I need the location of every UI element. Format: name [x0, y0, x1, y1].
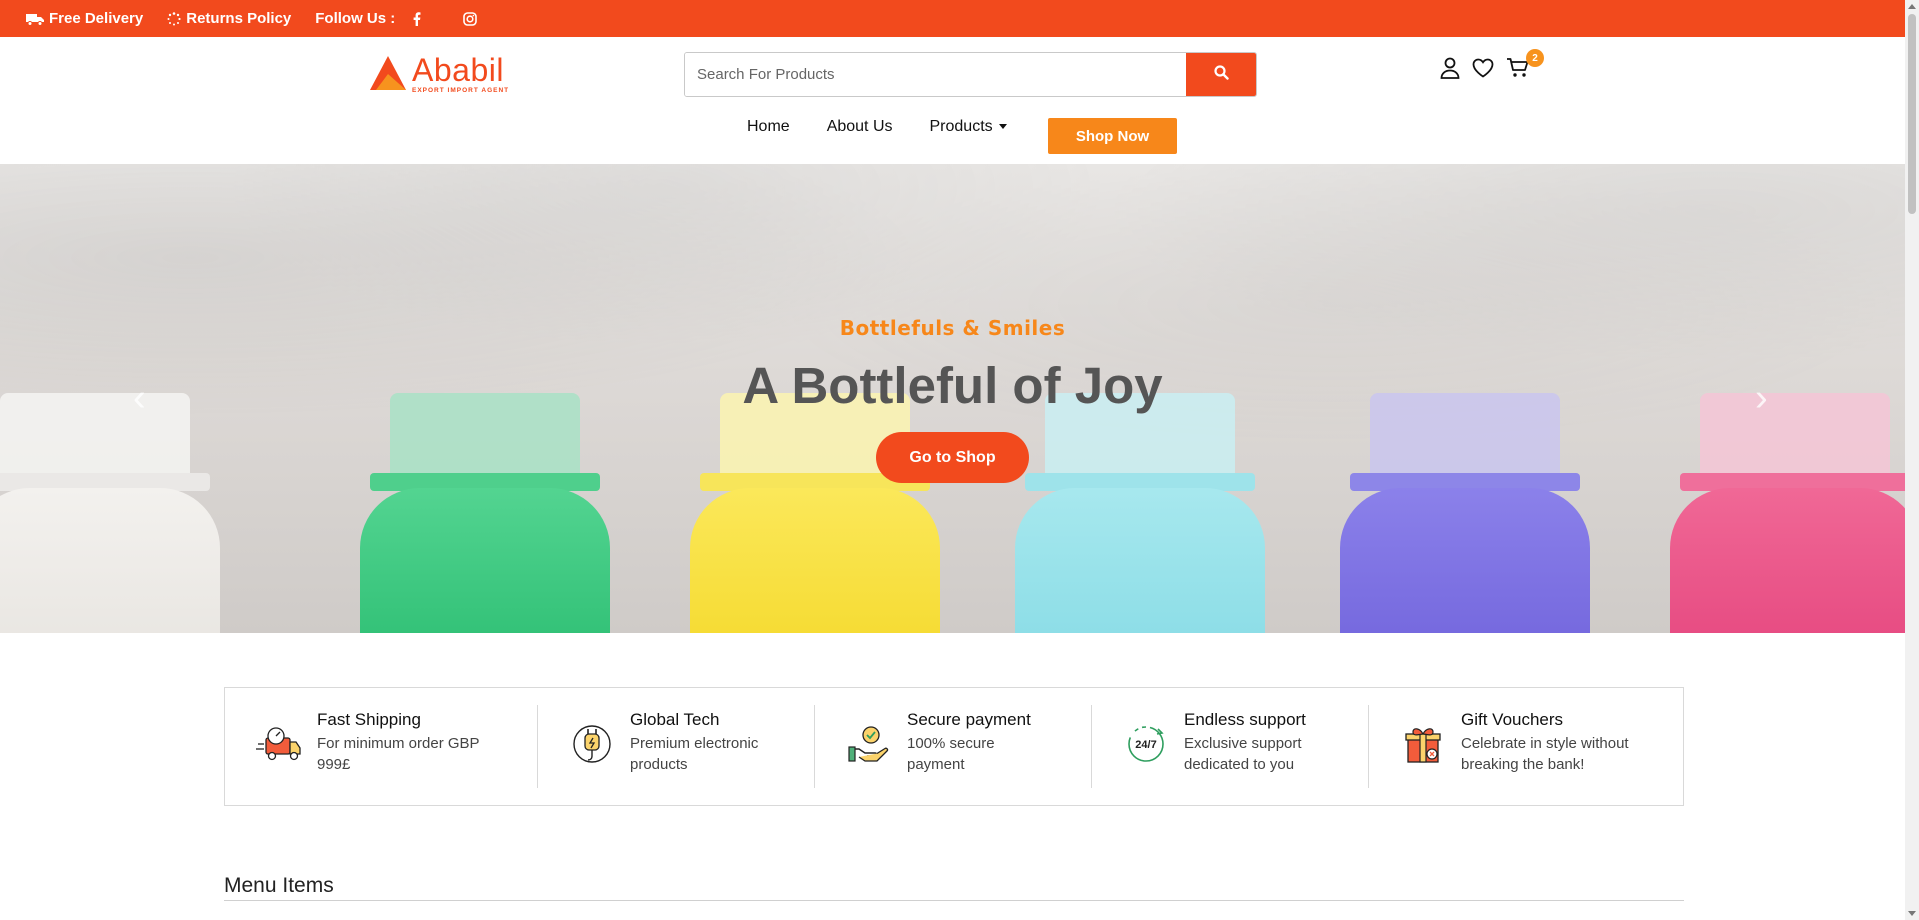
logo[interactable]: Ababil EXPORT IMPORT AGENT	[368, 54, 509, 95]
nav-home[interactable]: Home	[747, 118, 790, 136]
feature-title: Secure payment	[907, 710, 1031, 729]
secure-payment-icon	[845, 720, 893, 768]
search-input[interactable]	[685, 53, 1186, 96]
search-button[interactable]	[1186, 53, 1256, 96]
main-nav: Home About Us Products	[747, 118, 1044, 136]
feature-fast-shipping: Fast Shipping For minimum order GBP 999£	[225, 705, 538, 788]
hero-carousel: ‹ › Bottlefuls & Smiles A Bottleful of J…	[0, 164, 1905, 633]
returns-policy-item[interactable]: Returns Policy	[167, 10, 291, 27]
returns-policy-label: Returns Policy	[186, 10, 292, 27]
section-divider	[224, 900, 1684, 901]
hero-title: A Bottleful of Joy	[742, 357, 1163, 414]
follow-us-label: Follow Us :	[315, 10, 396, 27]
free-delivery-label: Free Delivery	[49, 10, 144, 27]
support-24-7-icon: 24/7	[1122, 720, 1170, 768]
user-icon[interactable]	[1440, 57, 1460, 79]
logo-tagline: EXPORT IMPORT AGENT	[412, 87, 510, 94]
feature-global-tech: Global Tech Premium electronic products	[538, 705, 815, 788]
free-delivery-item[interactable]: Free Delivery	[26, 10, 143, 27]
cart-count-badge: 2	[1526, 49, 1544, 67]
logo-mark-icon	[370, 56, 406, 90]
plug-icon	[568, 720, 616, 768]
feature-title: Fast Shipping	[317, 710, 421, 729]
instagram-icon[interactable]	[463, 11, 478, 26]
page-scrollbar[interactable]	[1905, 0, 1919, 920]
feature-endless-support: 24/7 Endless support Exclusive support d…	[1092, 705, 1369, 788]
returns-spinner-icon	[167, 11, 181, 26]
facebook-icon[interactable]	[413, 11, 421, 26]
features-strip: Fast Shipping For minimum order GBP 999£…	[224, 687, 1684, 806]
nav-about-us[interactable]: About Us	[827, 118, 893, 136]
gift-icon	[1399, 720, 1447, 768]
feature-desc: Premium electronic products	[630, 735, 759, 773]
feature-desc: For minimum order GBP 999£	[317, 735, 480, 773]
svg-text:24/7: 24/7	[1135, 739, 1156, 751]
section-heading-menu-items: Menu Items	[224, 874, 334, 897]
feature-desc: Celebrate in style without breaking the …	[1461, 735, 1629, 773]
top-bar: Free Delivery Returns Policy Follow Us :	[0, 0, 1905, 37]
feature-title: Gift Vouchers	[1461, 710, 1564, 729]
feature-gift-vouchers: Gift Vouchers Celebrate in style without…	[1369, 705, 1683, 788]
site-header: Ababil EXPORT IMPORT AGENT 2 Home About …	[0, 37, 1905, 164]
header-actions: 2	[1440, 49, 1544, 79]
scroll-up-icon[interactable]	[1908, 4, 1916, 9]
feature-title: Global Tech	[630, 710, 720, 729]
feature-desc: Exclusive support dedicated to you	[1184, 735, 1302, 773]
shipping-truck-icon	[255, 720, 303, 768]
hero-subtitle: Bottlefuls & Smiles	[839, 316, 1066, 340]
nav-products-label: Products	[929, 118, 993, 135]
caret-down-icon	[998, 124, 1007, 130]
wishlist-heart-icon[interactable]	[1472, 58, 1494, 78]
shop-now-button[interactable]: Shop Now	[1048, 118, 1177, 154]
cart-icon[interactable]: 2	[1506, 49, 1544, 79]
scrollbar-thumb[interactable]	[1908, 14, 1916, 214]
scroll-down-icon[interactable]	[1908, 911, 1916, 916]
nav-products-dropdown[interactable]: Products	[930, 118, 1007, 136]
feature-title: Endless support	[1184, 710, 1306, 729]
logo-name: Ababil	[412, 52, 504, 88]
feature-desc: 100% secure payment	[907, 735, 995, 773]
go-to-shop-button[interactable]: Go to Shop	[876, 432, 1029, 483]
search-bar	[684, 52, 1257, 97]
search-icon	[1213, 64, 1229, 85]
truck-icon	[26, 12, 44, 26]
feature-secure-payment: Secure payment 100% secure payment	[815, 705, 1092, 788]
